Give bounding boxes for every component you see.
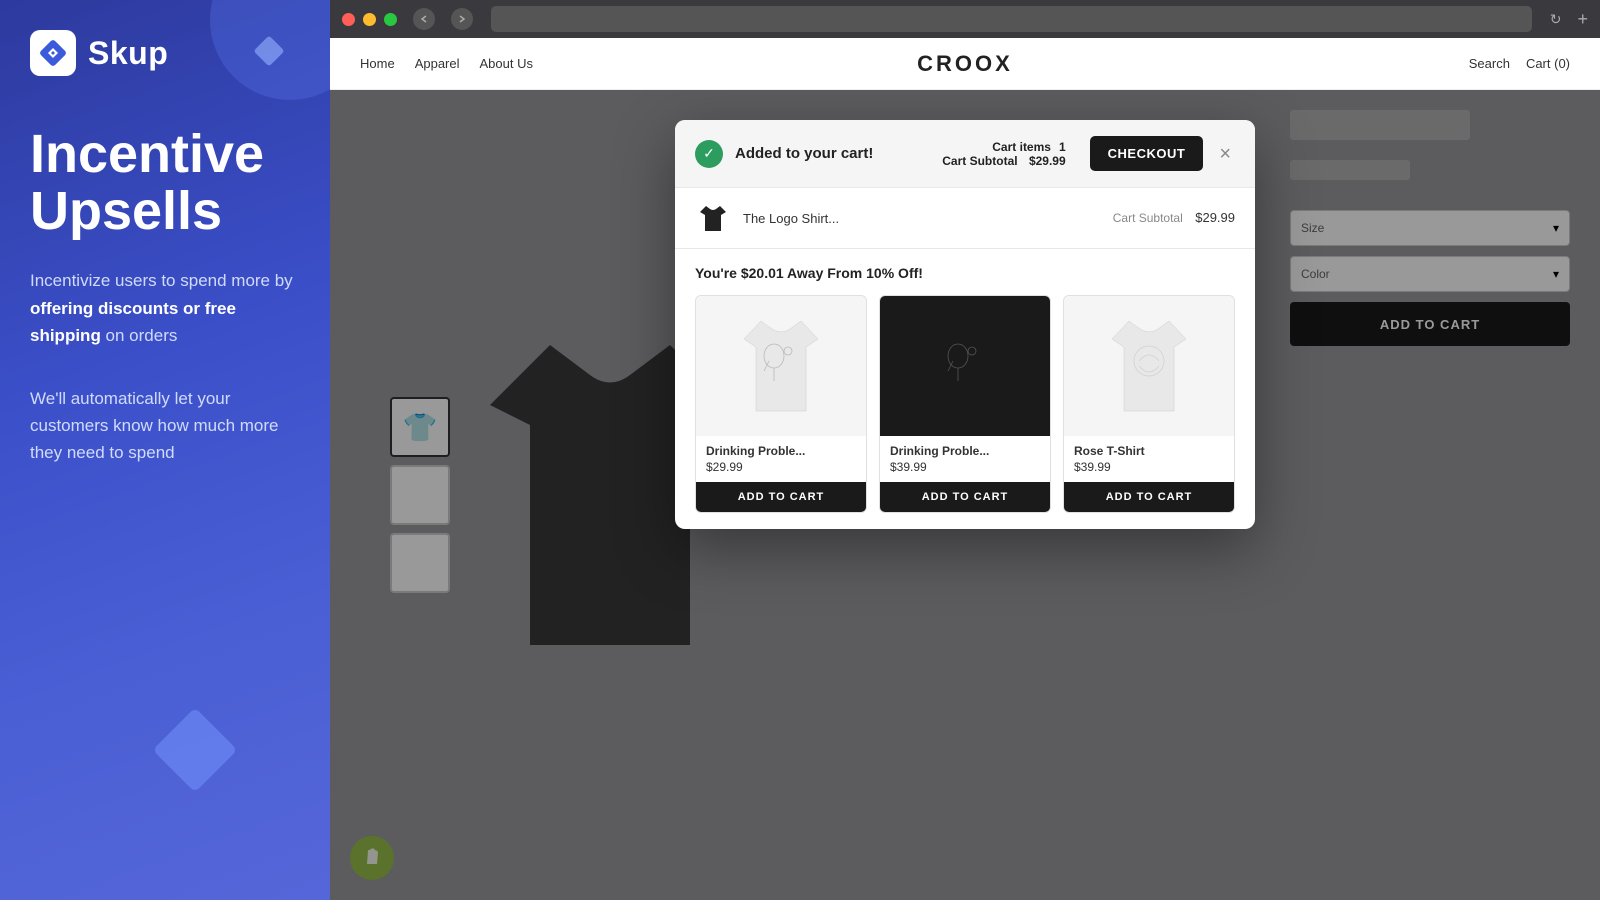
- nav-home[interactable]: Home: [360, 56, 395, 71]
- diamond-top-decoration: [253, 35, 284, 66]
- upsell-add-to-cart-1[interactable]: ADD TO CART: [696, 482, 866, 512]
- modal-close-button[interactable]: ×: [1215, 140, 1235, 168]
- store-nav-right: Search Cart (0): [1469, 56, 1570, 71]
- browser-titlebar: ↻ +: [330, 0, 1600, 38]
- upsell-product-1-info: Drinking Proble... $29.99: [696, 436, 866, 474]
- modal-overlay: ✓ Added to your cart! Cart items1 Cart S…: [330, 90, 1600, 900]
- browser-chrome: ↻ +: [330, 0, 1600, 38]
- upsell-product-2-info: Drinking Proble... $39.99: [880, 436, 1050, 474]
- browser-maximize-dot[interactable]: [384, 13, 397, 26]
- upsell-product-3-info: Rose T-Shirt $39.99: [1064, 436, 1234, 474]
- browser-address-bar[interactable]: [491, 6, 1532, 32]
- upsell-product-1: Drinking Proble... $29.99 ADD TO CART: [695, 295, 867, 513]
- browser-back-button[interactable]: [413, 8, 435, 30]
- cart-subtotal: Cart Subtotal $29.99: [934, 154, 1065, 168]
- hero-desc2: We'll automatically let your customers k…: [30, 385, 300, 467]
- cart-modal: ✓ Added to your cart! Cart items1 Cart S…: [675, 120, 1255, 529]
- modal-product-image: [695, 200, 731, 236]
- upsell-product-2-price: $39.99: [890, 460, 1040, 474]
- store-nav-links: Home Apparel About Us: [360, 56, 533, 71]
- browser-reload-icon[interactable]: ↻: [1550, 11, 1562, 28]
- left-panel: Skup IncentiveUpsells Incentivize users …: [0, 0, 330, 900]
- cart-info: Cart items1 Cart Subtotal $29.99: [934, 140, 1065, 168]
- nav-apparel[interactable]: Apparel: [415, 56, 460, 71]
- modal-product-row: The Logo Shirt... Cart Subtotal $29.99: [675, 188, 1255, 249]
- browser-window: ↻ + Home Apparel About Us CROOX Search C…: [330, 0, 1600, 900]
- upsell-product-2-image: [880, 296, 1050, 436]
- modal-product-name: The Logo Shirt...: [743, 211, 1101, 226]
- upsell-products-list: Drinking Proble... $29.99 ADD TO CART: [695, 295, 1235, 513]
- upsell-title: You're $20.01 Away From 10% Off!: [695, 265, 1235, 281]
- upsell-section: You're $20.01 Away From 10% Off!: [675, 249, 1255, 529]
- modal-subtotal-area: Cart Subtotal $29.99: [1113, 209, 1235, 227]
- upsell-product-1-name: Drinking Proble...: [706, 444, 856, 458]
- nav-about[interactable]: About Us: [480, 56, 533, 71]
- checkout-button[interactable]: CHECKOUT: [1090, 136, 1204, 171]
- nav-search[interactable]: Search: [1469, 56, 1510, 71]
- upsell-product-3-name: Rose T-Shirt: [1074, 444, 1224, 458]
- nav-cart[interactable]: Cart (0): [1526, 56, 1570, 71]
- added-to-cart-text: Added to your cart!: [735, 145, 922, 162]
- check-icon: ✓: [695, 140, 723, 168]
- upsell-product-1-price: $29.99: [706, 460, 856, 474]
- upsell-product-1-image: [696, 296, 866, 436]
- upsell-product-3: Rose T-Shirt $39.99 ADD TO CART: [1063, 295, 1235, 513]
- store-navigation: Home Apparel About Us CROOX Search Cart …: [330, 38, 1600, 90]
- upsell-product-2: Drinking Proble... $39.99 ADD TO CART: [879, 295, 1051, 513]
- upsell-add-to-cart-3[interactable]: ADD TO CART: [1064, 482, 1234, 512]
- upsell-add-to-cart-2[interactable]: ADD TO CART: [880, 482, 1050, 512]
- cart-items-count: Cart items1: [984, 140, 1065, 154]
- skup-brand-name: Skup: [88, 35, 168, 72]
- diamond-bottom-decoration: [153, 708, 238, 793]
- store-content: 👕 Size ▾ Color ▾ A: [330, 90, 1600, 900]
- upsell-product-3-image: [1064, 296, 1234, 436]
- hero-title: IncentiveUpsells: [30, 126, 300, 239]
- browser-new-tab-button[interactable]: +: [1577, 9, 1588, 30]
- store-brand: CROOX: [917, 51, 1013, 77]
- browser-close-dot[interactable]: [342, 13, 355, 26]
- browser-minimize-dot[interactable]: [363, 13, 376, 26]
- skup-logo-icon: [30, 30, 76, 76]
- upsell-product-3-price: $39.99: [1074, 460, 1224, 474]
- upsell-product-2-name: Drinking Proble...: [890, 444, 1040, 458]
- hero-desc: Incentivize users to spend more by offer…: [30, 267, 300, 349]
- browser-forward-button[interactable]: [451, 8, 473, 30]
- modal-header: ✓ Added to your cart! Cart items1 Cart S…: [675, 120, 1255, 188]
